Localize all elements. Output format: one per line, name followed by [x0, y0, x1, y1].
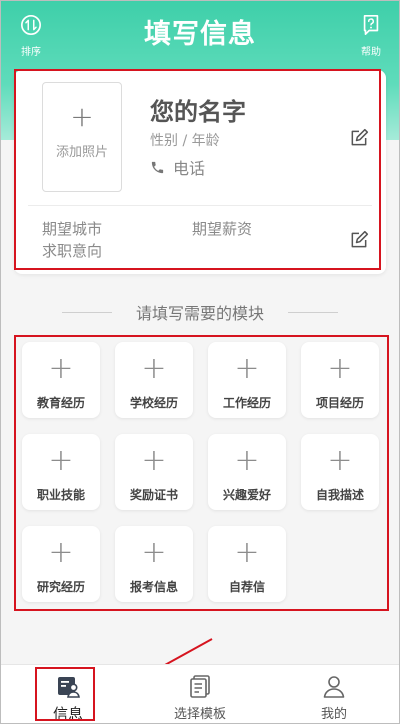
tab-label: 我的 — [320, 707, 347, 722]
tab-label: 信息 — [52, 705, 83, 723]
profile-card-icon — [58, 677, 80, 698]
bottom-tab-bar: 信息 选择模板 我的 — [0, 664, 400, 724]
user-icon — [323, 676, 345, 698]
tab-info[interactable]: 信息 — [28, 673, 108, 724]
template-icon — [190, 675, 210, 698]
tab-mine[interactable]: 我的 — [294, 673, 374, 722]
tab-label: 选择模板 — [173, 707, 226, 722]
annotation-arrow — [122, 638, 213, 689]
tab-choose-template[interactable]: 选择模板 — [160, 673, 240, 722]
